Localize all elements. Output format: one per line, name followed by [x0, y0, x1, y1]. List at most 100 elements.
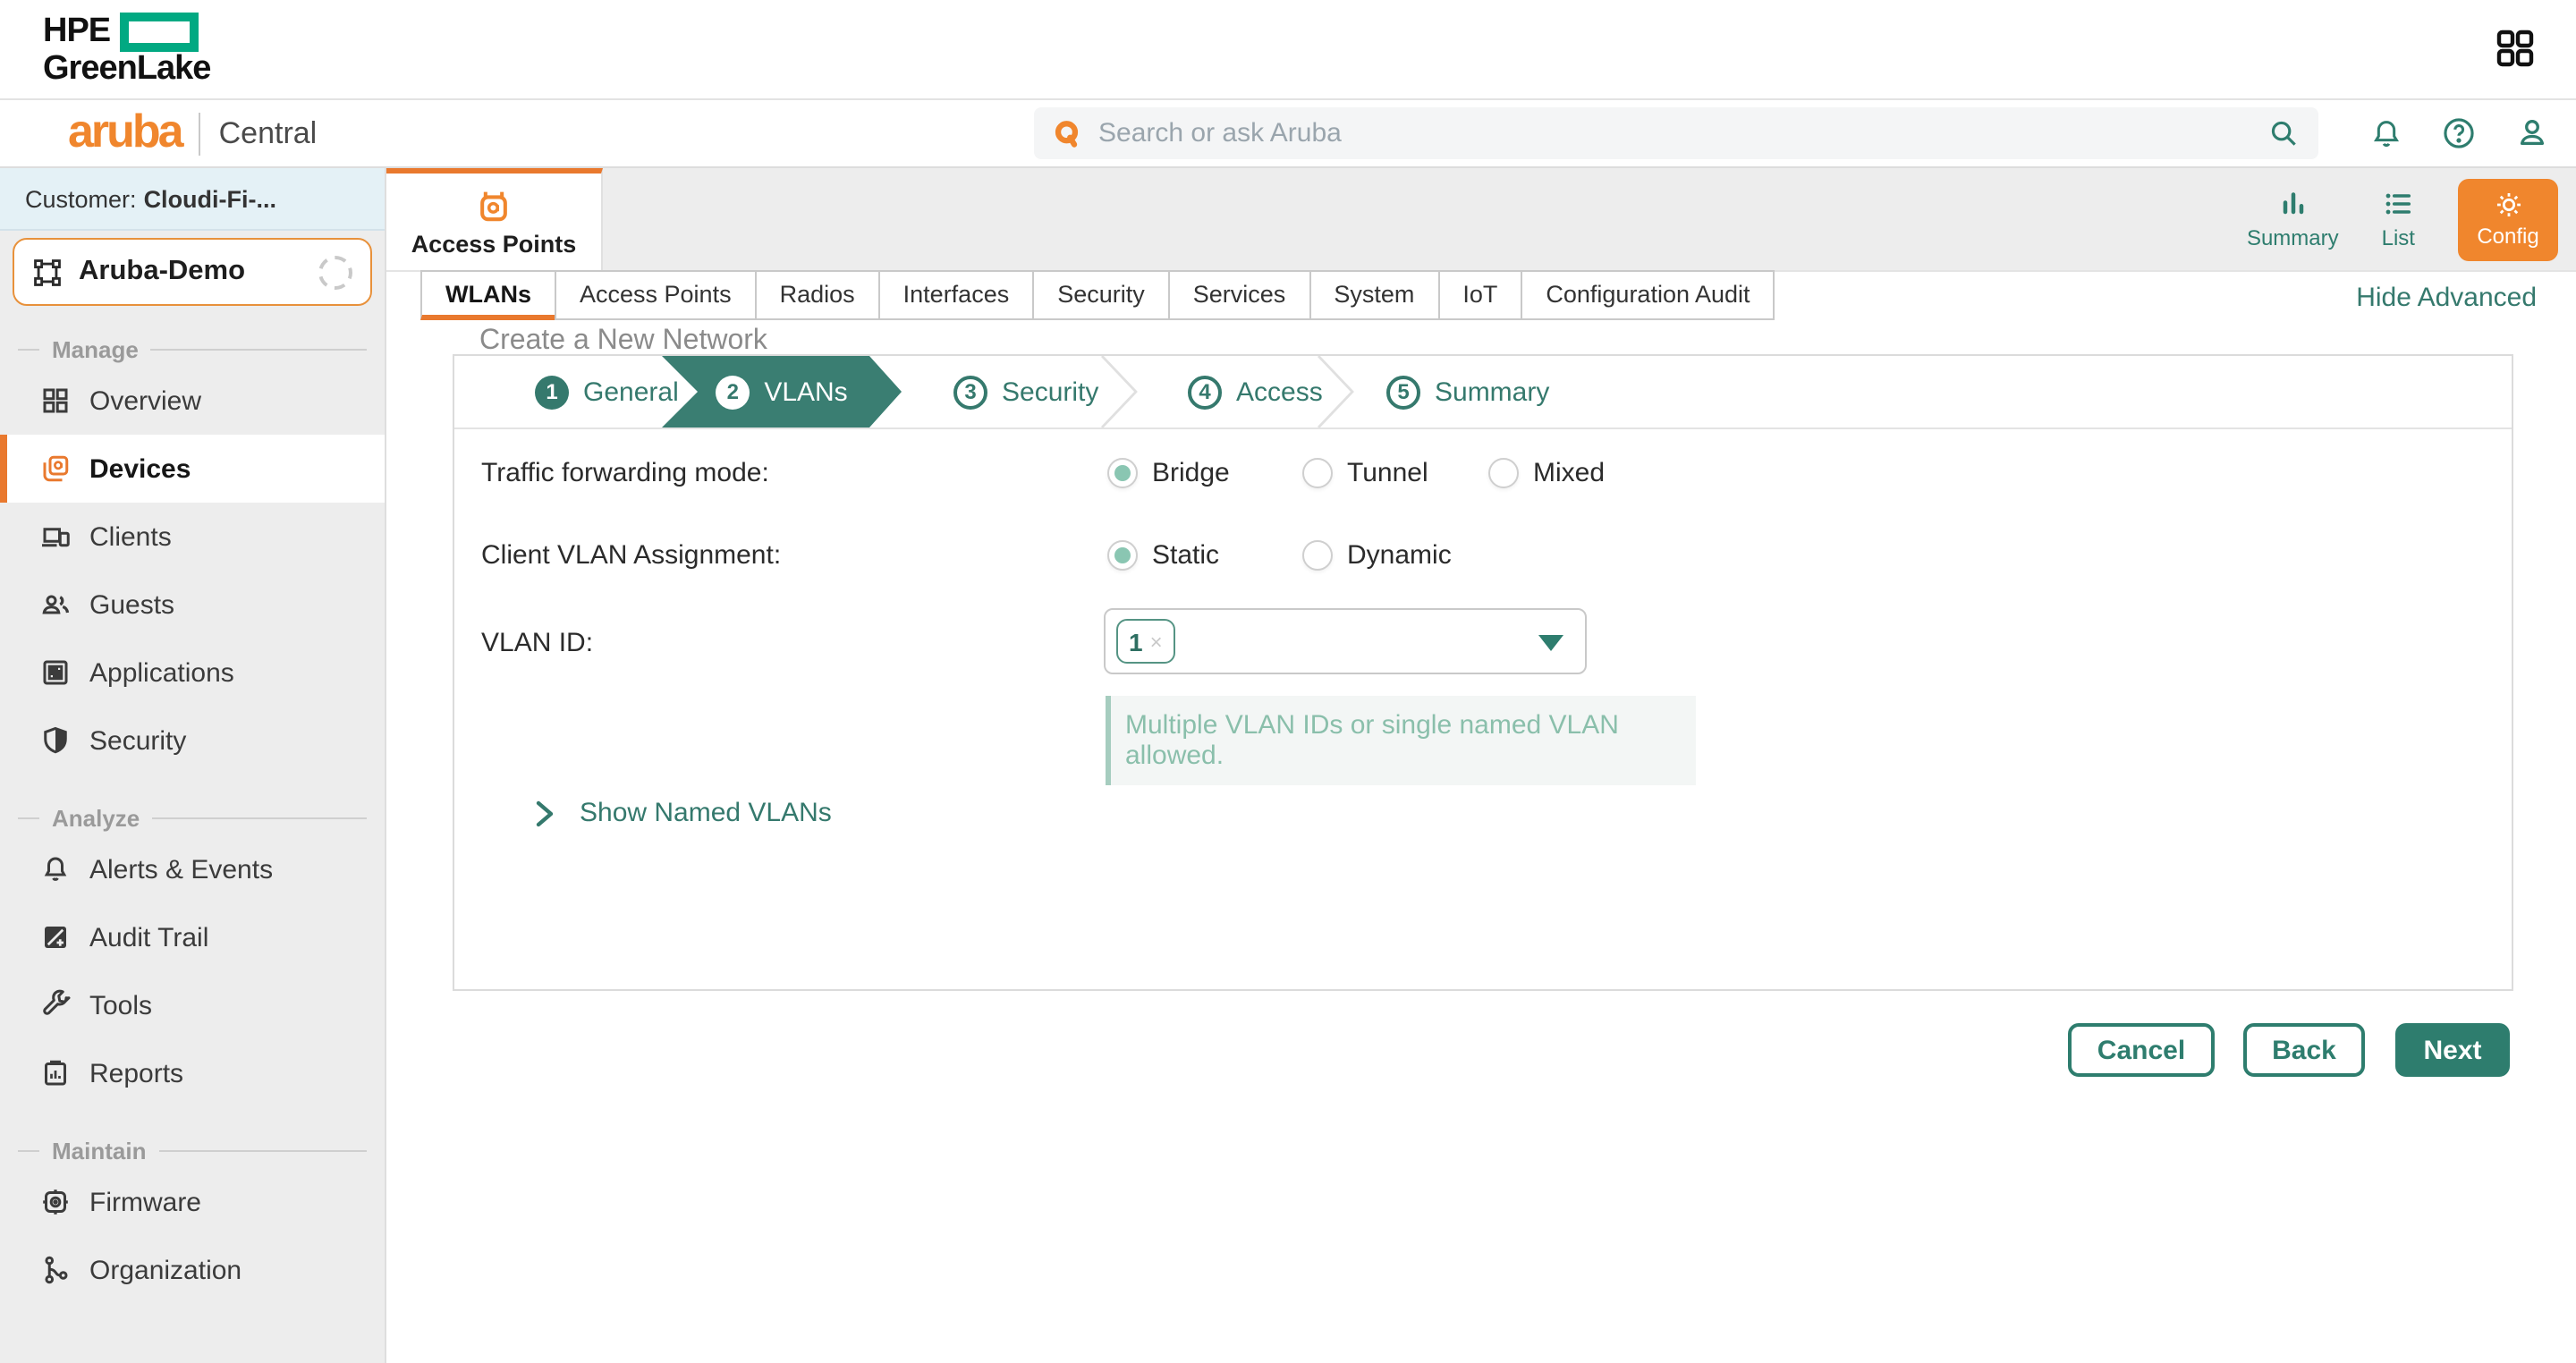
customer-bar: Customer: Cloudi-Fi-... [0, 168, 385, 231]
customer-name: Cloudi-Fi-... [144, 185, 276, 212]
vlan-chip: 1 × [1116, 619, 1175, 664]
vlan-hint-text: Multiple VLAN IDs or single named VLAN a… [1125, 710, 1682, 771]
sidebar-item-reports[interactable]: Reports [0, 1039, 385, 1107]
step-separator-icon [1098, 356, 1140, 428]
cancel-button[interactable]: Cancel [2068, 1023, 2215, 1077]
hide-advanced-link[interactable]: Hide Advanced [2356, 283, 2537, 313]
next-button[interactable]: Next [2395, 1023, 2510, 1077]
section-label-analyze: Analyze [0, 800, 385, 835]
greenlake-logo-text: GreenLake [43, 52, 210, 88]
step-separator-icon [1315, 356, 1356, 428]
sidebar-item-audit-trail[interactable]: Audit Trail [0, 903, 385, 971]
product-name: Central [219, 115, 318, 151]
subtab-wlans[interactable]: WLANs [420, 270, 556, 320]
vlan-id-label: VLAN ID: [481, 612, 593, 673]
sidebar-item-alerts-events[interactable]: Alerts & Events [0, 835, 385, 903]
loading-spinner-icon [318, 255, 352, 289]
radio-unselected-icon [1302, 457, 1333, 487]
sidebar-item-clients[interactable]: Clients [0, 503, 385, 571]
list-icon [2382, 188, 2414, 220]
show-named-vlans-toggle[interactable]: Show Named VLANs [531, 798, 832, 828]
aruba-logo: aruba [68, 106, 182, 160]
radio-tunnel[interactable]: Tunnel [1302, 442, 1428, 503]
sidebar-item-guests[interactable]: Guests [0, 571, 385, 639]
sidebar-item-security[interactable]: Security [0, 707, 385, 775]
guests-icon [39, 588, 72, 621]
firmware-chip-icon [39, 1186, 72, 1218]
wizard-steps: 1 General 2 VLANs 3 Security [454, 356, 2512, 429]
app-window: HPE GreenLake aruba Central Search or as… [0, 0, 2576, 1359]
step-4-badge: 4 [1188, 375, 1222, 409]
step-vlans-active[interactable]: 2 VLANs [662, 356, 902, 428]
wizard-card: 1 General 2 VLANs 3 Security [453, 354, 2513, 991]
step-5-badge: 5 [1386, 375, 1420, 409]
subtab-services[interactable]: Services [1168, 270, 1311, 320]
overview-icon [39, 385, 72, 417]
section-label-maintain: Maintain [0, 1132, 385, 1168]
greenlake-topbar: HPE GreenLake [0, 0, 2576, 100]
step-3-badge: 3 [953, 375, 987, 409]
radio-dynamic[interactable]: Dynamic [1302, 524, 1452, 585]
config-gear-icon [2493, 190, 2523, 220]
sidebar-item-applications[interactable]: Applications [0, 639, 385, 707]
notifications-bell-icon[interactable] [2368, 115, 2404, 151]
security-shield-icon [39, 724, 72, 757]
radio-selected-icon [1107, 457, 1138, 487]
list-view-button[interactable]: List [2382, 188, 2415, 250]
step-security[interactable]: 3 Security [953, 356, 1098, 428]
step-access[interactable]: 4 Access [1188, 356, 1323, 428]
back-button[interactable]: Back [2243, 1023, 2365, 1077]
radio-bridge[interactable]: Bridge [1107, 442, 1230, 503]
help-icon[interactable] [2440, 114, 2478, 152]
sidebar-item-organization[interactable]: Organization [0, 1236, 385, 1304]
vlan-assignment-row: Client VLAN Assignment: Static Dynamic [454, 524, 2512, 585]
radio-mixed[interactable]: Mixed [1488, 442, 1605, 503]
sidebar-item-devices[interactable]: Devices [0, 435, 385, 503]
vlan-chip-value: 1 [1129, 627, 1143, 656]
radio-static[interactable]: Static [1107, 524, 1219, 585]
subtab-interfaces[interactable]: Interfaces [878, 270, 1035, 320]
chip-remove-icon[interactable]: × [1150, 629, 1163, 654]
search-icon[interactable] [2267, 116, 2301, 150]
step-general[interactable]: 1 General [535, 356, 679, 428]
context-selector[interactable]: Aruba-Demo [13, 238, 372, 306]
search-input[interactable]: Search or ask Aruba [1034, 107, 2318, 159]
step-summary[interactable]: 5 Summary [1386, 356, 1549, 428]
aruba-q-icon [1052, 117, 1084, 149]
subtab-iot[interactable]: IoT [1437, 270, 1522, 320]
left-sidebar: Customer: Cloudi-Fi-... Aruba-Demo Manag… [0, 168, 386, 1363]
tools-wrench-icon [39, 989, 72, 1021]
apps-grid-icon[interactable] [2494, 27, 2537, 70]
config-view-button[interactable]: Config [2458, 178, 2558, 260]
config-subtabs: WLANs Access Points Radios Interfaces Se… [386, 270, 2576, 324]
sidebar-item-tools[interactable]: Tools [0, 971, 385, 1039]
hpe-logo-text: HPE [43, 14, 110, 50]
aruba-central-brand: aruba Central [68, 100, 317, 166]
subtab-access-points[interactable]: Access Points [555, 270, 757, 320]
chevron-right-icon [531, 799, 556, 827]
summary-view-button[interactable]: Summary [2247, 188, 2339, 250]
traffic-forwarding-label: Traffic forwarding mode: [481, 442, 769, 503]
vlan-id-input[interactable]: 1 × [1104, 608, 1587, 674]
reports-icon [39, 1057, 72, 1089]
radio-unselected-icon [1302, 539, 1333, 570]
tab-access-points[interactable]: Access Points [386, 168, 603, 270]
subtab-radios[interactable]: Radios [755, 270, 880, 320]
traffic-forwarding-row: Traffic forwarding mode: Bridge Tunnel M… [454, 442, 2512, 503]
group-select-icon [32, 257, 63, 287]
tab-access-points-label: Access Points [411, 230, 577, 257]
sidebar-item-firmware[interactable]: Firmware [0, 1168, 385, 1236]
subtab-configuration-audit[interactable]: Configuration Audit [1521, 270, 1775, 320]
search-placeholder: Search or ask Aruba [1098, 118, 2267, 148]
user-account-icon[interactable] [2513, 114, 2551, 152]
context-name: Aruba-Demo [79, 256, 302, 288]
brand-divider [199, 112, 201, 155]
subtab-system[interactable]: System [1309, 270, 1439, 320]
subtab-security[interactable]: Security [1032, 270, 1170, 320]
sidebar-item-overview[interactable]: Overview [0, 367, 385, 435]
dropdown-arrow-icon[interactable] [1538, 635, 1563, 651]
clients-icon [39, 521, 72, 553]
central-header: aruba Central Search or ask Aruba [0, 100, 2576, 168]
summary-chart-icon [2276, 188, 2309, 220]
step-2-badge: 2 [716, 375, 750, 409]
